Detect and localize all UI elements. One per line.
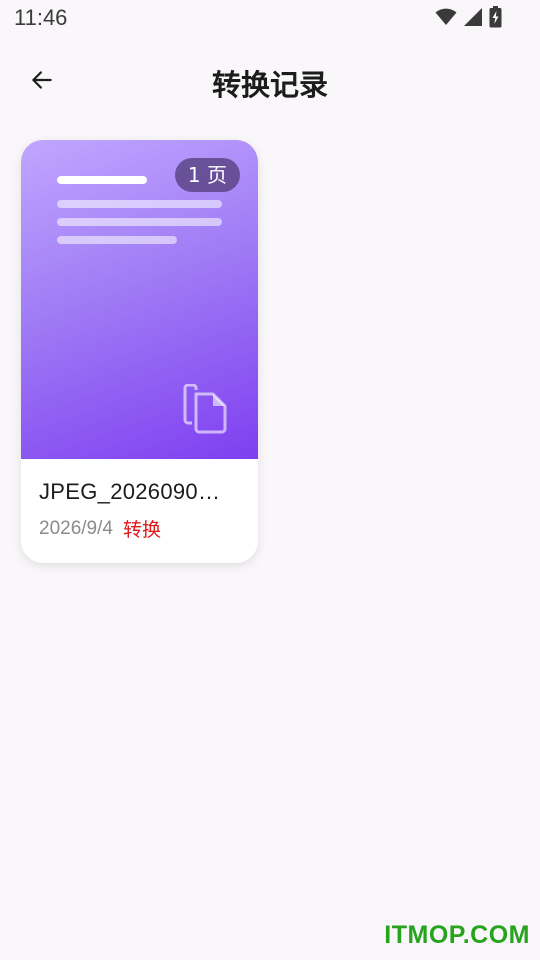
thumbnail-line [57, 176, 147, 184]
status-icons [435, 6, 502, 28]
thumbnail-line [57, 218, 222, 226]
thumbnail-line [57, 200, 222, 208]
wifi-icon [435, 8, 457, 25]
battery-charging-icon [489, 6, 502, 28]
record-meta: 2026/9/4 转换 [39, 515, 240, 542]
page-count-badge: 1 页 [174, 158, 240, 192]
record-thumbnail[interactable]: 1 页 [21, 140, 258, 459]
record-card[interactable]: 1 页 JPEG_2026090… 2026/9/4 转换 [21, 140, 258, 563]
signal-icon [464, 8, 482, 26]
record-info: JPEG_2026090… 2026/9/4 转换 [21, 459, 258, 542]
copy-file-icon [183, 384, 227, 434]
status-time: 11:46 [14, 5, 68, 30]
app-bar: 转换记录 [0, 44, 540, 116]
convert-link[interactable]: 转换 [123, 515, 161, 542]
file-name: JPEG_2026090… [39, 479, 221, 504]
thumbnail-line [57, 236, 177, 244]
watermark: ITMOP.COM [384, 921, 530, 949]
status-bar: 11:46 [0, 0, 540, 36]
page-title: 转换记录 [211, 68, 328, 102]
record-date: 2026/9/4 [39, 517, 113, 539]
